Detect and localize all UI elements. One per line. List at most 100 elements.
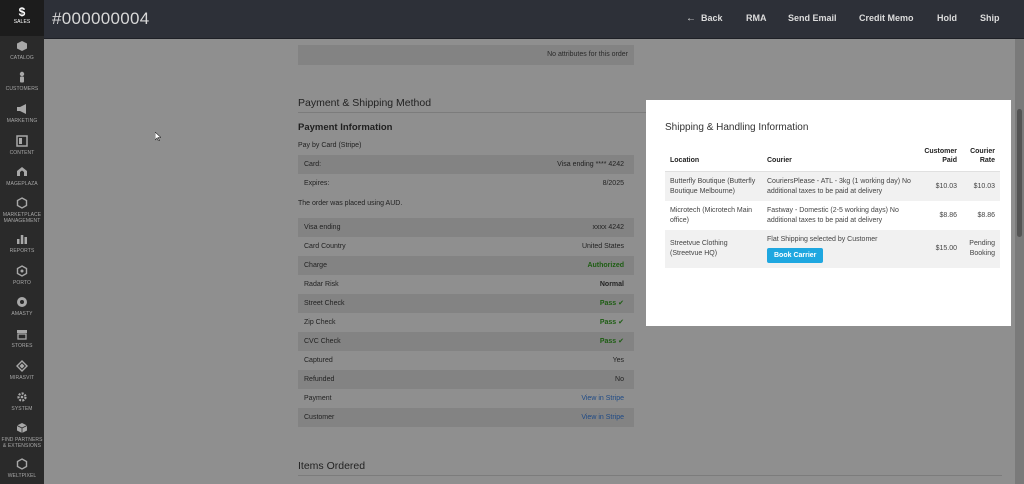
courier-cell: CouriersPlease - ATL - 3kg (1 working da… [762, 171, 917, 201]
sidebar-item-label: REPORTS [9, 248, 35, 254]
customer-paid-header: Customer Paid [917, 143, 962, 172]
page-header: #000000004 ← Back RMA Send Email Credit M… [44, 0, 1024, 39]
sidebar-item-mirasvit[interactable]: MIRASVIT [0, 356, 44, 388]
hold-button[interactable]: Hold [937, 13, 957, 23]
sidebar-item-weltpixel[interactable]: WELTPIXEL [0, 454, 44, 484]
zip-check-value: Pass ✔ [599, 319, 624, 326]
cube-icon [0, 39, 44, 55]
row-key: Zip Check [304, 319, 336, 326]
location-cell: Microtech (Microtech Main office) [670, 207, 753, 224]
sidebar-item-customers[interactable]: CUSTOMERS [0, 67, 44, 99]
sidebar-item-stores[interactable]: STORES [0, 324, 44, 356]
sidebar-item-reports[interactable]: REPORTS [0, 229, 44, 261]
items-ordered-title: Items Ordered [298, 460, 366, 472]
charge-status: Authorized [587, 262, 624, 269]
customer-paid-cell: $15.00 [917, 230, 962, 268]
shipping-handling-table: Location Courier Customer Paid Courier R… [665, 143, 1000, 268]
courier-rate-cell: $10.03 [962, 171, 1000, 201]
row-key: Card: [304, 161, 322, 168]
sidebar-item-label: CATALOG [10, 55, 34, 61]
page-scrollbar[interactable] [1015, 39, 1024, 484]
row-value: United States [581, 243, 624, 250]
sidebar-item-catalog[interactable]: CATALOG [0, 36, 44, 68]
table-row: Card Country United States [298, 237, 634, 256]
row-key: Card Country [304, 243, 346, 250]
scrollbar-thumb[interactable] [1017, 109, 1022, 237]
sidebar-item-mageplaza[interactable]: MAGEPLAZA [0, 162, 44, 194]
sidebar-item-amasty[interactable]: AMASTY [0, 292, 44, 324]
sidebar-item-sales[interactable]: $ SALES [0, 0, 44, 36]
row-value: Visa ending **** 4242 [557, 161, 624, 168]
ship-button[interactable]: Ship [980, 13, 1000, 23]
table-row: Captured Yes [298, 351, 634, 370]
row-key: Street Check [304, 300, 345, 307]
table-row: Microtech (Microtech Main office) Fastwa… [665, 201, 1000, 230]
stripe-details-table: Visa ending xxxx 4242 Card Country United … [298, 218, 634, 427]
courier-cell: Flat Shipping selected by Customer Book … [762, 230, 917, 268]
table-row: Visa ending xxxx 4242 [298, 218, 634, 237]
row-value: No [615, 376, 624, 383]
cvc-check-value: Pass ✔ [599, 338, 624, 345]
table-row: Payment View in Stripe [298, 389, 634, 408]
back-button-label: Back [701, 13, 723, 23]
view-payment-in-stripe-link[interactable]: View in Stripe [581, 389, 624, 408]
admin-sidebar: $ SALES CATALOG CUSTOMERS MARKETING CONT… [0, 0, 44, 484]
row-key: Captured [304, 357, 333, 364]
send-email-button[interactable]: Send Email [788, 13, 837, 23]
table-row: Street Check Pass ✔ [298, 294, 634, 313]
section-divider [298, 475, 1002, 476]
amasty-icon [0, 295, 44, 311]
radar-risk-value: Normal [599, 281, 624, 288]
row-key: CVC Check [304, 338, 341, 345]
sidebar-item-find-partners[interactable]: FIND PARTNERS & EXTENSIONS [0, 418, 44, 454]
mageplaza-icon [0, 165, 44, 181]
porto-icon [0, 264, 44, 280]
person-icon [0, 70, 44, 86]
sidebar-item-porto[interactable]: PORTO [0, 261, 44, 293]
payment-shipping-section-title: Payment & Shipping Method [298, 97, 432, 109]
layout-icon [0, 134, 44, 150]
payment-information-title: Payment Information [298, 122, 393, 133]
weltpixel-icon [0, 457, 44, 473]
hexagon-icon [0, 196, 44, 212]
dollar-icon: $ [18, 5, 26, 19]
rma-button[interactable]: RMA [746, 13, 767, 23]
row-value: Yes [612, 357, 624, 364]
location-cell: Streetvue Clothing (Streetvue HQ) [665, 230, 762, 268]
arrow-left-icon: ← [686, 13, 696, 24]
table-row: Radar Risk Normal [298, 275, 634, 294]
table-row: Card: Visa ending **** 4242 [298, 155, 634, 174]
book-carrier-button[interactable]: Book Carrier [767, 247, 824, 263]
page-title: #000000004 [52, 9, 150, 28]
row-key: Expires: [304, 180, 330, 187]
mirasvit-icon [0, 359, 44, 375]
view-customer-in-stripe-link[interactable]: View in Stripe [581, 408, 624, 427]
credit-memo-button[interactable]: Credit Memo [859, 13, 914, 23]
sidebar-item-marketplace[interactable]: MARKETPLACE MANAGEMENT [0, 193, 44, 229]
sidebar-item-label: MARKETING [6, 118, 38, 124]
back-button[interactable]: ← Back [686, 13, 723, 24]
row-key: Refunded [304, 376, 335, 383]
sidebar-item-label: PORTO [12, 280, 32, 286]
payment-method-text: Pay by Card (Stripe) [298, 142, 362, 149]
mouse-cursor-icon [155, 132, 161, 141]
street-check-value: Pass ✔ [599, 300, 624, 307]
sidebar-item-label: CONTENT [9, 150, 35, 156]
courier-rate-cell: Pending Booking [962, 230, 1000, 268]
currency-note: The order was placed using AUD. [298, 200, 403, 207]
sidebar-item-label: FIND PARTNERS & EXTENSIONS [1, 437, 43, 449]
table-row: Zip Check Pass ✔ [298, 313, 634, 332]
sidebar-item-marketing[interactable]: MARKETING [0, 99, 44, 131]
sidebar-item-content[interactable]: CONTENT [0, 131, 44, 163]
table-row: Expires: 8/2025 [298, 174, 634, 193]
courier-rate-cell: $8.86 [977, 211, 995, 219]
courier-cell: Fastway - Domestic (2-5 working days) No… [767, 207, 899, 224]
sidebar-item-label: STORES [11, 343, 33, 349]
sidebar-item-label: SYSTEM [11, 406, 33, 412]
sidebar-item-label: MAGEPLAZA [6, 181, 38, 187]
store-icon [0, 327, 44, 343]
row-key: Customer [304, 414, 335, 421]
no-attributes-message: No attributes for this order [298, 45, 634, 65]
sidebar-item-system[interactable]: SYSTEM [0, 387, 44, 419]
table-row: Customer View in Stripe [298, 408, 634, 427]
